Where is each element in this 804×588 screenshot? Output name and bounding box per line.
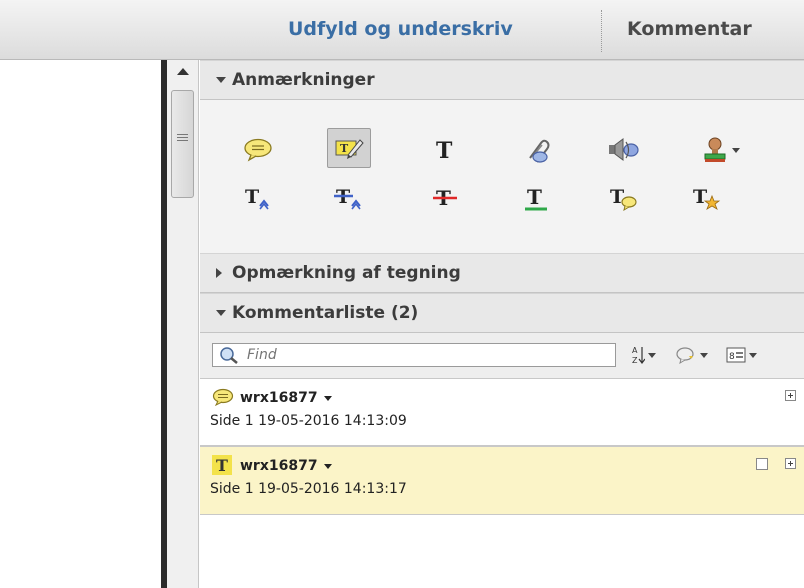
record-audio-icon[interactable] (601, 130, 645, 170)
comment-author[interactable]: wrx16877 (240, 458, 332, 474)
sort-dropdown-icon[interactable] (648, 352, 656, 358)
magnifier-icon (220, 347, 238, 364)
svg-text:Z: Z (632, 356, 638, 365)
collapse-arrow-icon (216, 310, 226, 316)
list-options-icon: 8 (726, 347, 746, 363)
svg-text:T: T (245, 186, 259, 208)
filter-button[interactable] (675, 345, 708, 365)
filter-comment-icon (676, 347, 694, 364)
comment-meta: Side 1 19-05-2016 14:13:17 (210, 481, 407, 497)
author-dropdown-icon[interactable] (323, 395, 332, 401)
svg-text:A: A (632, 346, 638, 355)
comment-list-item[interactable]: T wrx16877 Side 1 19-05-2016 14:13:17 (200, 446, 804, 515)
find-field[interactable] (212, 343, 616, 367)
svg-text:8: 8 (729, 352, 735, 362)
highlight-text-icon[interactable]: T (327, 128, 371, 168)
text-comment-icon[interactable]: T (601, 178, 645, 218)
svg-text:T: T (216, 456, 228, 475)
expand-comment-icon[interactable] (785, 458, 796, 469)
stamp-icon[interactable] (690, 130, 750, 170)
note-icon (212, 388, 234, 406)
annotations-section-header[interactable]: Anmærkninger (200, 60, 804, 100)
stamp-dropdown-icon[interactable] (731, 147, 740, 153)
fill-and-sign-button[interactable]: Udfyld og underskriv (288, 18, 513, 40)
comment-author-name: wrx16877 (240, 390, 318, 406)
svg-text:T: T (436, 138, 453, 162)
filter-dropdown-icon[interactable] (700, 352, 708, 358)
svg-text:T: T (340, 142, 349, 155)
add-text-box-icon[interactable]: T (423, 130, 467, 170)
strikethrough-icon[interactable]: T (423, 178, 467, 218)
comment-pane: Anmærkninger T T T T T T T Opmærkning af… (200, 60, 804, 588)
replace-text-icon[interactable]: T (327, 178, 371, 218)
grip-line (177, 140, 188, 141)
scroll-up-arrow-icon[interactable] (177, 68, 189, 75)
drawing-markup-section-header[interactable]: Opmærkning af tegning (200, 253, 804, 293)
comment-checkbox[interactable] (756, 458, 768, 470)
text-correction-icon[interactable]: T (684, 178, 728, 218)
collapse-arrow-icon (216, 77, 226, 83)
sticky-note-icon[interactable] (236, 130, 280, 170)
comment-list-title: Kommentarliste (2) (232, 303, 419, 323)
grip-line (177, 137, 188, 138)
vertical-scrollbar[interactable] (167, 60, 199, 588)
drawing-markup-title: Opmærkning af tegning (232, 263, 461, 283)
svg-text:T: T (527, 185, 542, 209)
expand-comment-icon[interactable] (785, 390, 796, 401)
attach-file-icon[interactable] (514, 130, 558, 170)
sort-button[interactable]: AZ (631, 345, 656, 365)
text-icon: T (212, 455, 232, 475)
svg-text:T: T (610, 186, 624, 208)
comment-list-item[interactable]: wrx16877 Side 1 19-05-2016 14:13:09 (200, 379, 804, 446)
expand-arrow-icon (216, 268, 222, 278)
comment-filter-bar: AZ 8 (200, 333, 804, 379)
scroll-thumb[interactable] (171, 90, 194, 198)
sort-az-icon: AZ (632, 346, 645, 365)
comment-author[interactable]: wrx16877 (240, 390, 332, 406)
top-toolbar: Udfyld og underskriv Kommentar (0, 0, 804, 60)
author-dropdown-icon[interactable] (323, 463, 332, 469)
document-view[interactable] (0, 60, 161, 588)
annotation-tools: T T T T T T T T (200, 100, 804, 253)
annotations-title: Anmærkninger (232, 70, 375, 90)
comment-button[interactable]: Kommentar (627, 18, 752, 40)
svg-text:T: T (693, 186, 707, 208)
options-button[interactable]: 8 (726, 345, 757, 365)
find-input[interactable] (247, 346, 607, 364)
toolbar-divider (601, 10, 603, 52)
comment-author-name: wrx16877 (240, 458, 318, 474)
comment-list-section-header[interactable]: Kommentarliste (2) (200, 293, 804, 333)
underline-icon[interactable]: T (514, 178, 558, 218)
comment-meta: Side 1 19-05-2016 14:13:09 (210, 413, 407, 429)
grip-line (177, 134, 188, 135)
options-dropdown-icon[interactable] (749, 352, 757, 358)
insert-text-icon[interactable]: T (236, 178, 280, 218)
